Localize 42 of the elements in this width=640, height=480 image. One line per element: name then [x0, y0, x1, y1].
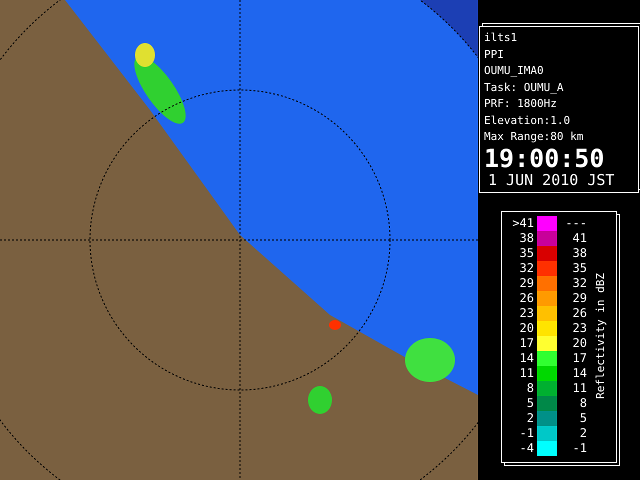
legend-high-value: 38 — [572, 246, 587, 260]
legend-high-value: 35 — [572, 261, 587, 275]
legend-low-value: 14 — [518, 351, 535, 365]
legend-high-value: 8 — [578, 396, 587, 410]
info-text: ilts1 — [484, 30, 518, 46]
legend-low-value: -4 — [518, 441, 535, 455]
legend-high-value: 11 — [572, 381, 587, 395]
legend-low-value: 20 — [518, 321, 535, 335]
legend-high-value: 41 — [572, 231, 587, 245]
legend-low-value: 38 — [518, 231, 535, 245]
legend-high-value: -1 — [572, 441, 587, 455]
legend-high-value: 5 — [578, 411, 587, 425]
info-text: PRF: 1800Hz — [484, 96, 558, 112]
legend-low-value: 11 — [518, 366, 535, 380]
legend-high-value: 17 — [572, 351, 587, 365]
legend-high-value: 26 — [572, 306, 587, 320]
legend-high-value: 14 — [572, 366, 587, 380]
legend-high-value: 23 — [572, 321, 587, 335]
legend-high-value: 32 — [572, 276, 587, 290]
time-text: 19:00:50 — [484, 146, 606, 172]
legend-high-value: 20 — [572, 336, 587, 350]
legend-high-value: 2 — [578, 426, 587, 440]
legend-low-value: 26 — [518, 291, 535, 305]
legend-low-value: 17 — [518, 336, 535, 350]
info-text: Max Range:80 km — [484, 129, 584, 145]
legend-title: Reflectivity in dBZ — [594, 272, 607, 398]
legend-low-value: 23 — [518, 306, 535, 320]
legend-low-value: >41 — [511, 216, 535, 230]
info-text: PPI — [484, 46, 505, 62]
info-text: OUMU_IMA0 — [484, 63, 545, 79]
legend-low-value: -1 — [518, 426, 535, 440]
legend-low-value: 29 — [518, 276, 535, 290]
date-text: 1 JUN 2010 JST — [487, 172, 616, 188]
legend-low-value: 35 — [518, 246, 535, 260]
info-text: Elevation:1.0 — [484, 112, 572, 128]
legend-low-value: 2 — [526, 411, 535, 425]
legend-high-value: 29 — [572, 291, 587, 305]
legend-high-value: --- — [564, 216, 587, 230]
legend-low-value: 32 — [518, 261, 535, 275]
info-text: Task: OUMU_A — [484, 80, 564, 96]
legend-low-value: 5 — [526, 396, 535, 410]
legend-low-value: 8 — [526, 381, 535, 395]
